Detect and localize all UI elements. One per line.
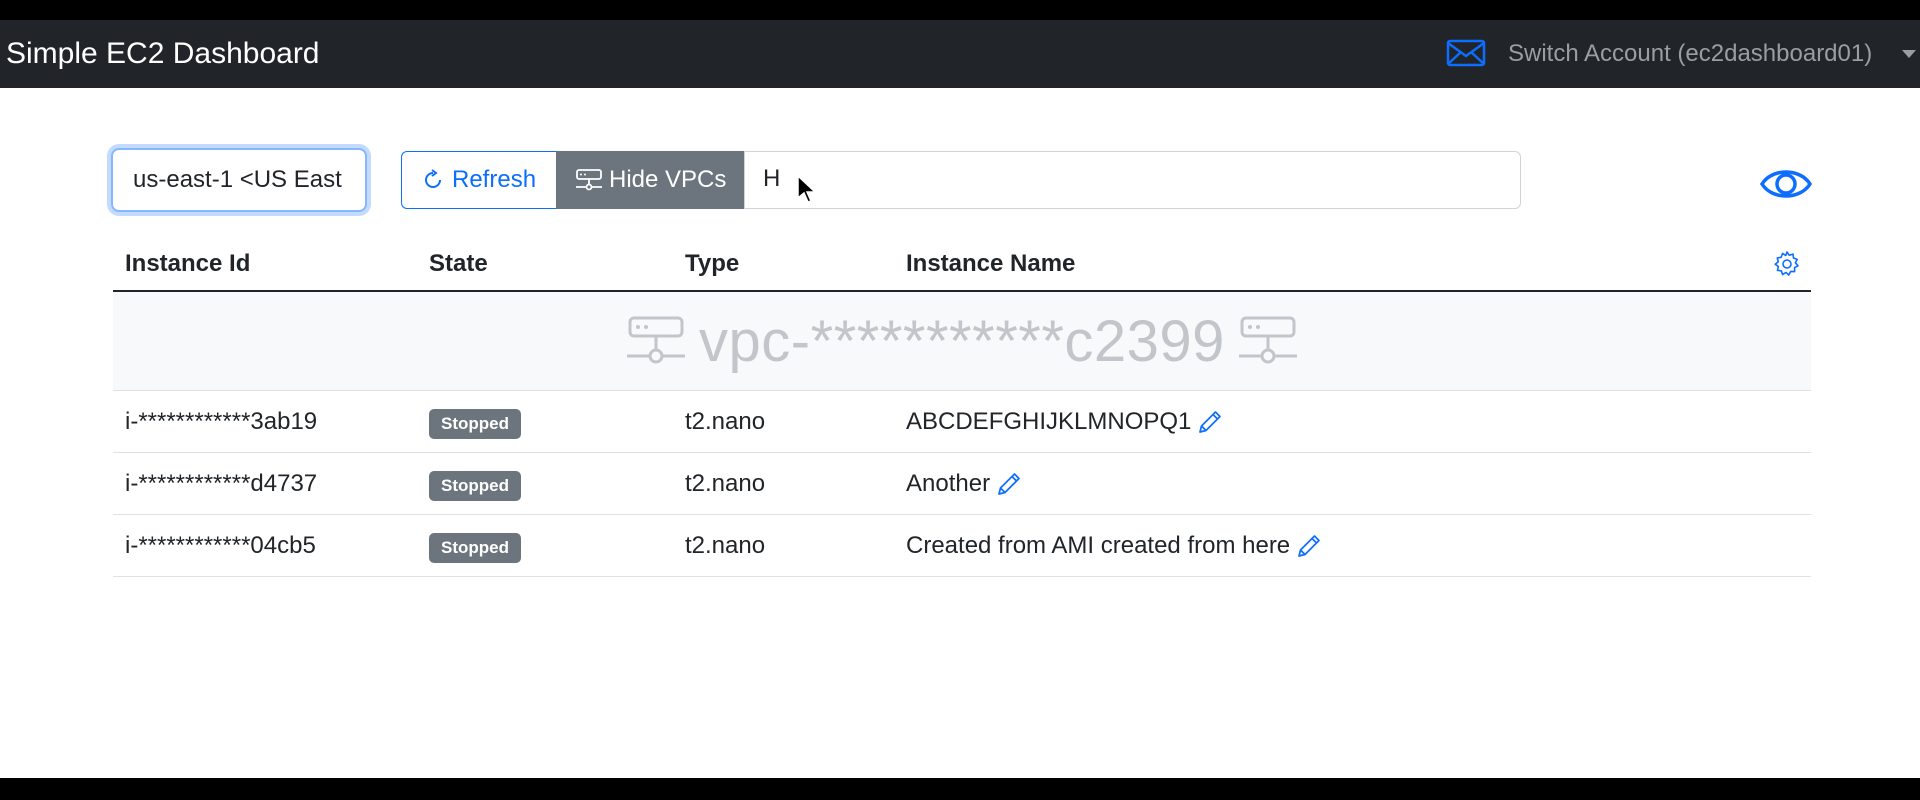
table-header: Instance Id State Type Instance Name — [113, 236, 1811, 292]
instance-name-cell: Another — [906, 453, 1022, 515]
instance-name: Another — [906, 470, 991, 497]
column-header-instance-name: Instance Name — [906, 250, 1076, 277]
toolbar-group: Refresh Hide VPCs H — [401, 151, 1521, 209]
refresh-icon — [425, 169, 441, 188]
instance-name: Created from AMI created from here — [906, 532, 1291, 559]
instance-name-cell: ABCDEFGHIJKLMNOPQ1 — [906, 391, 1223, 453]
refresh-button[interactable]: Refresh — [401, 151, 556, 209]
instance-type: t2.nano — [685, 532, 766, 559]
instance-name: ABCDEFGHIJKLMNOPQ1 — [906, 408, 1192, 435]
table-row[interactable]: i-************04cb5 Stopped t2.nano Crea… — [113, 515, 1811, 577]
status-badge: Stopped — [429, 409, 521, 439]
instance-name-cell: Created from AMI created from here — [906, 515, 1322, 577]
eye-icon[interactable] — [1760, 164, 1812, 204]
status-badge: Stopped — [429, 471, 521, 501]
network-icon — [576, 169, 602, 191]
envelope-icon[interactable] — [1446, 33, 1486, 73]
region-select[interactable]: us-east-1 <US East — [111, 148, 367, 212]
instance-id: i-************3ab19 — [125, 408, 318, 435]
instance-id: i-************d4737 — [125, 470, 318, 497]
table-row[interactable]: i-************3ab19 Stopped t2.nano ABCD… — [113, 391, 1811, 453]
pencil-icon[interactable] — [996, 471, 1022, 497]
network-icon — [627, 316, 686, 364]
app-title[interactable]: Simple EC2 Dashboard — [6, 20, 320, 88]
column-header-type: Type — [685, 250, 740, 277]
filter-input[interactable]: H — [744, 151, 1521, 209]
chevron-down-icon[interactable] — [1902, 50, 1916, 58]
table-row[interactable]: i-************d4737 Stopped t2.nano Anot… — [113, 453, 1811, 515]
pencil-icon[interactable] — [1296, 533, 1322, 559]
gear-icon[interactable] — [1774, 251, 1800, 277]
switch-account-dropdown[interactable]: Switch Account (ec2dashboard01) — [1508, 20, 1872, 88]
refresh-label: Refresh — [452, 166, 537, 193]
network-icon — [1238, 316, 1297, 364]
hide-vpcs-label: Hide VPCs — [609, 166, 727, 193]
mouse-cursor-icon — [797, 174, 817, 203]
pencil-icon[interactable] — [1197, 409, 1223, 435]
vpc-id: vpc-***********c2399 — [699, 308, 1225, 374]
instances-table: Instance Id State Type Instance Name vpc… — [113, 236, 1811, 577]
column-header-state: State — [429, 250, 488, 277]
instance-type: t2.nano — [685, 470, 766, 497]
vpc-group-row[interactable]: vpc-***********c2399 — [113, 292, 1811, 391]
instance-type: t2.nano — [685, 408, 766, 435]
navbar: Simple EC2 Dashboard Switch Account (ec2… — [0, 20, 1920, 88]
instance-id: i-************04cb5 — [125, 532, 316, 559]
hide-vpcs-button[interactable]: Hide VPCs — [556, 151, 744, 209]
status-badge: Stopped — [429, 533, 521, 563]
app-frame: Simple EC2 Dashboard Switch Account (ec2… — [0, 20, 1920, 778]
column-header-instance-id: Instance Id — [125, 250, 251, 277]
